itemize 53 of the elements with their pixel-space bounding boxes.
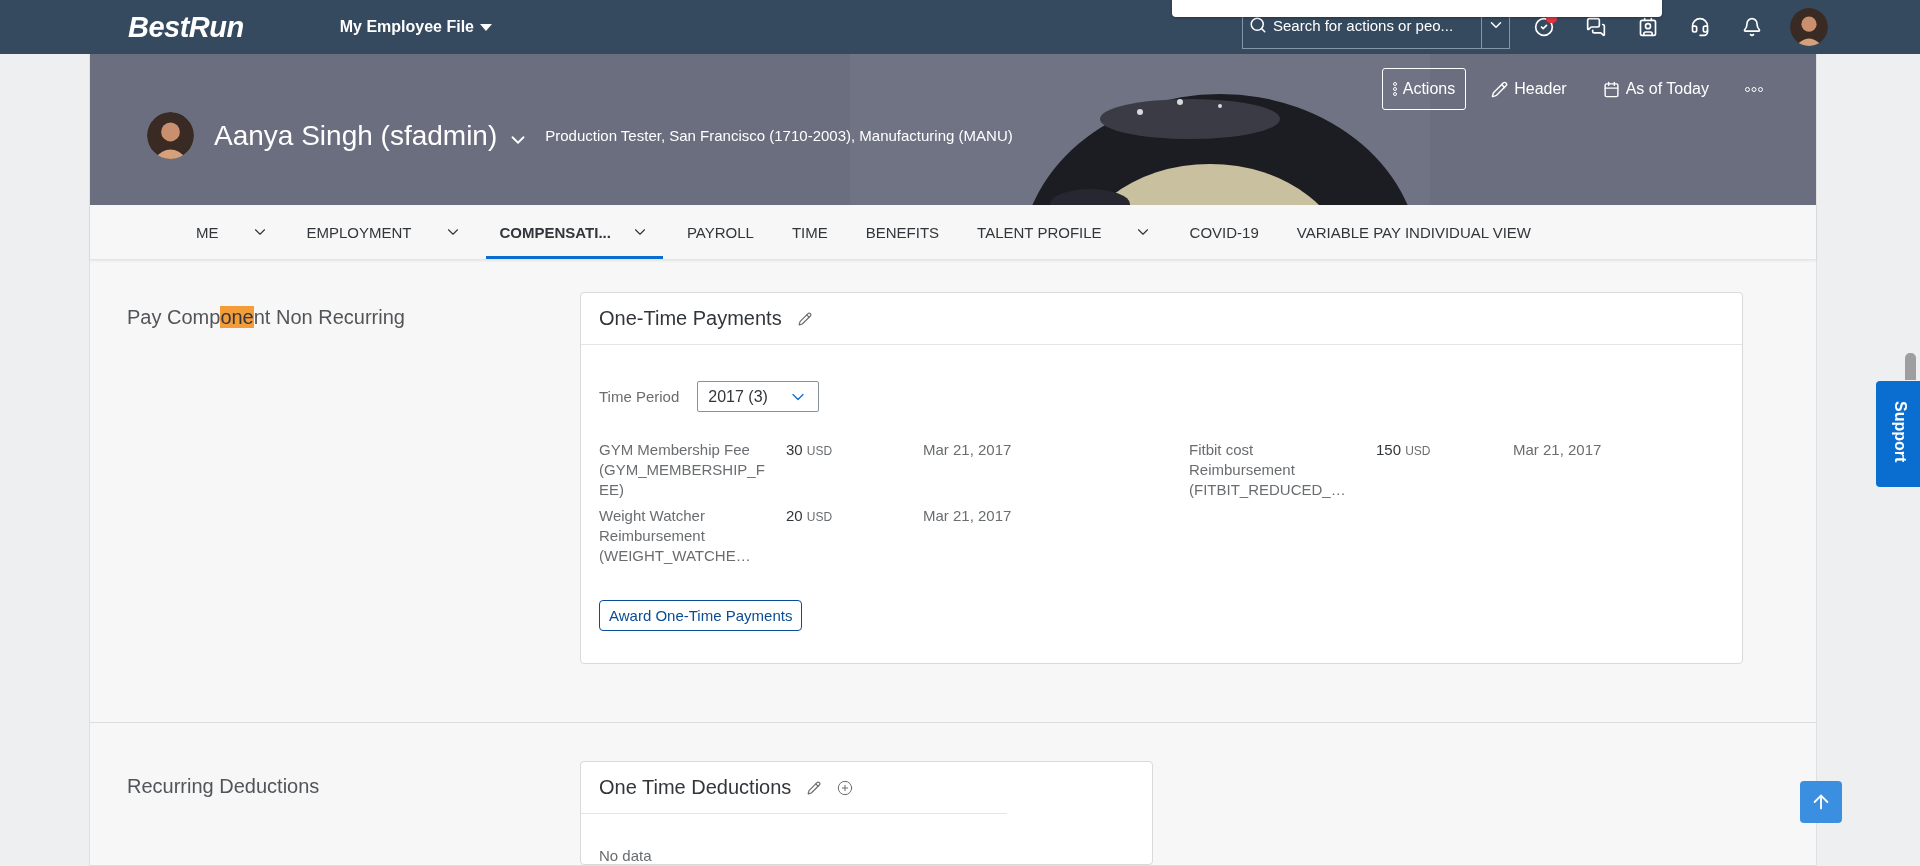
payment-name: GYM Membership Fee (GYM_MEMBERSHIP_FEE) [599, 440, 766, 500]
empty-text: No data [598, 846, 653, 864]
more-icon [1392, 82, 1397, 96]
calendar-icon [1602, 80, 1620, 98]
pencil-icon [1491, 80, 1509, 98]
search-icon [1249, 16, 1267, 34]
pencil-icon[interactable] [797, 311, 812, 326]
period-select[interactable]: 2017 (3) [697, 381, 820, 412]
nav-tab[interactable]: EMPLOYMENT [292, 205, 476, 259]
employee-name: Aanya Singh (sfadmin) [214, 119, 498, 152]
scroll-top-button[interactable] [1800, 781, 1842, 823]
section-label: Recurring Deductions [126, 774, 321, 799]
search-field[interactable]: Search for actions or peo... [1271, 16, 1481, 34]
chat-icon [1586, 17, 1606, 37]
award-button[interactable]: Award One-Time Payments [599, 600, 803, 631]
logo[interactable]: BestRun [128, 10, 244, 44]
payment-name: Weight Watcher Reimbursement (WEIGHT_WATCHE… [599, 506, 752, 566]
payment-amount: 150 USD [1376, 440, 1432, 460]
header-button[interactable]: Header [1480, 68, 1578, 110]
payment-date: Mar 21, 2017 [923, 440, 1012, 460]
section-label: Pay Component Non Recurring [126, 305, 406, 330]
nav-tab[interactable]: PAYROLL [672, 205, 768, 259]
payment-name: Fitbit cost Reimbursement (FITBIT_REDUCED_… [1189, 440, 1347, 500]
scrollbar-thumb[interactable] [1905, 353, 1916, 380]
nav-tab[interactable]: TALENT PROFILE [963, 205, 1166, 259]
field-label: Time Period [599, 388, 680, 405]
headset-icon [1690, 17, 1710, 37]
payment-amount: 20 USD [786, 506, 834, 526]
payment-amount: 30 USD [786, 440, 834, 460]
check-circle-icon [1534, 17, 1554, 37]
more-icon [1745, 86, 1763, 92]
nav-tab[interactable]: TIME [777, 205, 842, 259]
contact-card-icon [1638, 17, 1658, 37]
profile-avatar [147, 112, 194, 159]
payment-date: Mar 21, 2017 [1513, 440, 1602, 460]
nav-tab[interactable]: COMPENSATI... [485, 205, 663, 259]
employee-subtitle: Production Tester, San Francisco (1710-2003), Manufacturing (MANU) [545, 127, 1013, 144]
actions-button[interactable]: Actions [1381, 68, 1467, 110]
bell-icon [1742, 17, 1762, 37]
card-title: One Time Deductions [599, 776, 792, 799]
user-avatar[interactable] [1790, 8, 1828, 46]
nav-tab[interactable]: ME [182, 205, 283, 259]
add-icon[interactable] [837, 779, 854, 796]
nav-tab[interactable]: COVID-19 [1175, 205, 1273, 259]
payment-date: Mar 21, 2017 [923, 506, 1012, 526]
pencil-icon[interactable] [807, 780, 822, 795]
support-tab[interactable]: Support [1876, 381, 1920, 487]
card-title: One-Time Payments [599, 307, 782, 330]
date-button[interactable]: As of Today [1591, 68, 1720, 110]
nav-tab[interactable]: VARIABLE PAY INDIVIDUAL VIEW [1282, 205, 1546, 259]
nav-tab[interactable]: BENEFITS [851, 205, 954, 259]
caret-icon [480, 23, 492, 31]
menu-title[interactable]: My Employee File [335, 14, 496, 40]
